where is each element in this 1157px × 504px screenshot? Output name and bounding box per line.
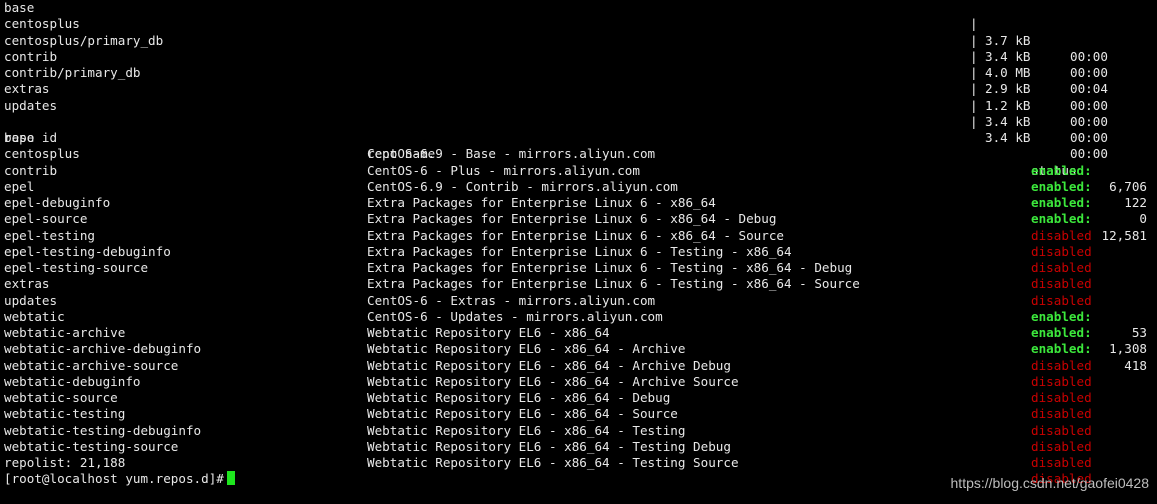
download-name: base — [4, 0, 35, 15]
repo-id: epel-testing-source — [4, 260, 149, 275]
download-row: extras | 3.4 kB 00:00 — [4, 81, 1154, 145]
table-row: contrib CentOS-6.9 - Contrib - mirrors.a… — [4, 162, 1154, 227]
repo-id: webtatic-testing — [4, 406, 126, 422]
table-row: epel-testing-source Extra Packages for E… — [4, 260, 1154, 308]
repo-table: base CentOS-6.9 - Base - mirrors.aliyun.… — [4, 130, 1154, 487]
repo-id: epel-testing-debuginfo — [4, 243, 171, 259]
repo-id: epel-debuginfo — [4, 195, 111, 210]
repo-id: webtatic — [4, 308, 65, 324]
table-row: base CentOS-6.9 - Base - mirrors.aliyun.… — [4, 130, 1154, 194]
table-row: webtatic-archive-source Webtatic Reposit… — [4, 357, 1154, 406]
repo-id: centosplus — [4, 146, 80, 162]
table-row: centosplus CentOS-6 - Plus - mirrors.ali… — [4, 146, 1154, 210]
download-row: base | 3.7 kB 00:00 — [4, 0, 1154, 64]
repo-id: base — [4, 130, 35, 145]
download-name: updates — [4, 97, 58, 113]
download-list: base | 3.7 kB 00:00 centosplus | 3.4 kB 0… — [4, 0, 1154, 162]
table-row: epel-testing Extra Packages for Enterpri… — [4, 227, 1154, 276]
table-row: webtatic-source Webtatic Repository EL6 … — [4, 390, 1154, 438]
shell-prompt: [root@localhost yum.repos.d]# — [4, 471, 224, 487]
repo-id: extras — [4, 276, 50, 292]
download-row: centosplus | 3.4 kB 00:00 — [4, 16, 1154, 80]
table-row: epel Extra Packages for Enterprise Linux… — [4, 178, 1154, 243]
table-row: epel-testing-debuginfo Extra Packages fo… — [4, 243, 1154, 292]
repo-id: webtatic-archive-source — [4, 357, 179, 373]
repo-id: webtatic-debuginfo — [4, 373, 141, 389]
table-row: updates CentOS-6 - Updates - mirrors.ali… — [4, 292, 1154, 357]
watermark: https://blog.csdn.net/gaofei0428 — [950, 475, 1149, 491]
repo-id: webtatic-testing-debuginfo — [4, 422, 202, 438]
download-name: extras — [4, 81, 50, 97]
repolist-summary: repolist: 21,188 — [4, 455, 126, 470]
table-row: webtatic-testing Webtatic Repository EL6… — [4, 406, 1154, 454]
repo-id: webtatic-source — [4, 390, 118, 405]
download-name: centosplus/primary_db — [4, 32, 164, 48]
table-row: webtatic-testing-source Webtatic Reposit… — [4, 438, 1154, 487]
download-row: centosplus/primary_db | 4.0 MB 00:04 — [4, 32, 1154, 97]
download-name: contrib — [4, 48, 58, 64]
repo-id: webtatic-testing-source — [4, 438, 179, 454]
repo-id: webtatic-archive-debuginfo — [4, 341, 202, 357]
repo-id: contrib — [4, 162, 58, 178]
download-name: centosplus — [4, 16, 80, 32]
download-name: contrib/primary_db — [4, 65, 141, 80]
table-row: webtatic-archive-debuginfo Webtatic Repo… — [4, 341, 1154, 389]
table-row: epel-debuginfo Extra Packages for Enterp… — [4, 195, 1154, 243]
download-row: contrib | 2.9 kB 00:00 — [4, 48, 1154, 113]
table-row: webtatic-debuginfo Webtatic Repository E… — [4, 373, 1154, 422]
text-cursor — [226, 471, 235, 486]
repo-id: webtatic-archive — [4, 325, 126, 340]
repo-id: epel-source — [4, 211, 88, 227]
table-row: extras CentOS-6 - Extras - mirrors.aliyu… — [4, 276, 1154, 340]
table-row: epel-source Extra Packages for Enterpris… — [4, 211, 1154, 259]
repo-id: updates — [4, 292, 58, 308]
table-row: webtatic Webtatic Repository EL6 - x86_6… — [4, 308, 1154, 373]
table-header: repo id repo name status — [4, 114, 1154, 178]
download-row: updates | 3.4 kB 00:00 — [4, 97, 1154, 162]
table-row: webtatic-testing-debuginfo Webtatic Repo… — [4, 422, 1154, 471]
download-row: contrib/primary_db | 1.2 kB 00:00 — [4, 65, 1154, 129]
table-row: webtatic-archive Webtatic Repository EL6… — [4, 325, 1154, 373]
terminal-output: base | 3.7 kB 00:00 centosplus | 3.4 kB 0… — [4, 0, 1154, 488]
repo-id: epel — [4, 178, 35, 194]
repo-id: epel-testing — [4, 227, 95, 243]
